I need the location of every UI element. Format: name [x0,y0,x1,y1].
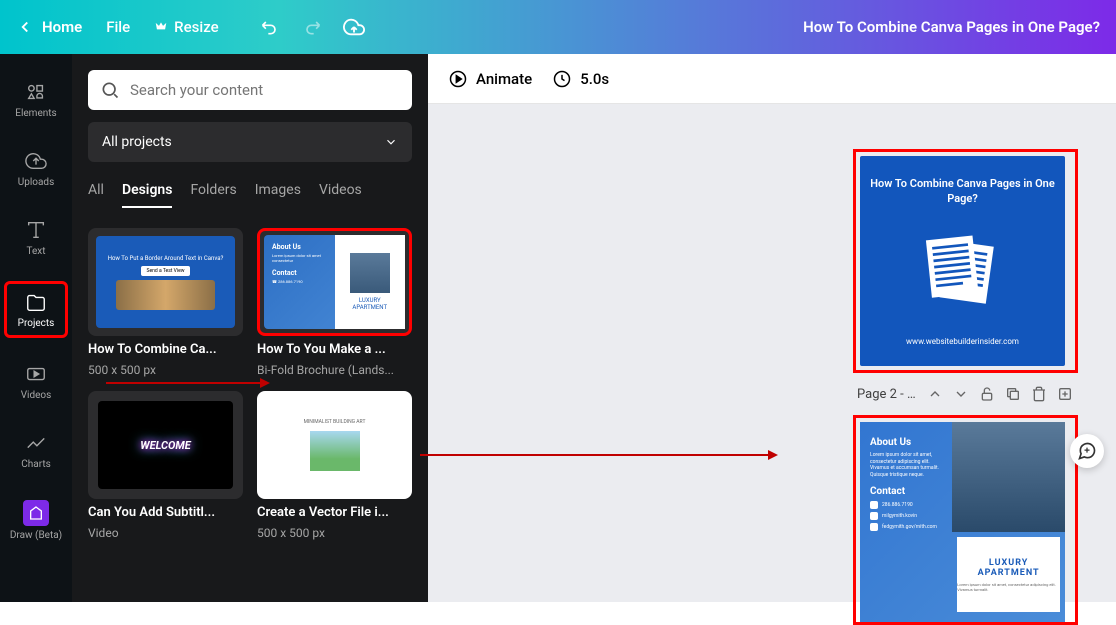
delete-button[interactable] [1030,385,1048,403]
project-card[interactable]: How To Put a Border Around Text in Canva… [88,228,243,377]
annotation-arrowhead-2 [768,450,778,460]
sidebar-label: Uploads [18,177,54,188]
comment-icon [1077,441,1097,461]
duplicate-button[interactable] [1004,385,1022,403]
text-icon [24,218,48,242]
clock-icon [552,69,572,89]
project-card[interactable]: About UsLorem ipsum dolor sit amet conse… [257,228,412,377]
sidebar-item-text[interactable]: Text [4,212,68,263]
page-1-title: How To Combine Canva Pages in One Page? [860,176,1065,207]
sidebar-item-uploads[interactable]: Uploads [4,143,68,194]
projects-panel: All projects All Designs Folders Images … [72,54,428,602]
search-icon [100,80,120,100]
sidebar-label: Videos [21,390,52,401]
search-input[interactable] [130,81,400,99]
tab-folders[interactable]: Folders [190,182,236,208]
project-subtitle: 500 x 500 px [88,363,243,377]
cloud-sync-icon[interactable] [343,16,365,38]
sidebar-item-elements[interactable]: Elements [4,74,68,125]
elements-icon [24,80,48,104]
project-subtitle: Bi-Fold Brochure (Lands... [257,363,412,377]
topbar: Home File Resize How To Combine Canva Pa… [0,0,1116,54]
project-title: Create a Vector File i... [257,505,412,520]
resize-menu[interactable]: Resize [154,18,218,36]
crown-icon [154,20,168,34]
sidebar-label: Text [26,246,45,257]
animate-icon [448,69,468,89]
projects-icon [24,290,48,314]
document-icon [918,227,1008,317]
annotation-arrow-2 [420,454,770,456]
home-label: Home [42,18,82,36]
projects-grid: How To Put a Border Around Text in Canva… [88,228,412,540]
sidebar-item-charts[interactable]: Charts [4,425,68,476]
page-down-button[interactable] [952,385,970,403]
dropdown-label: All projects [102,134,172,150]
project-title: How To Combine Ca... [88,342,243,357]
charts-icon [24,431,48,455]
page-2-wrapper: About Us Lorem ipsum dolor sit amet, con… [853,415,1078,625]
projects-dropdown[interactable]: All projects [88,122,412,162]
page-1-url: www.websitebuilderinsider.com [906,337,1019,346]
project-subtitle: 500 x 500 px [257,526,412,540]
animate-button[interactable]: Animate [448,69,532,89]
canvas-toolbar: Animate 5.0s [428,54,1116,104]
tab-videos[interactable]: Videos [319,182,362,208]
chevron-down-icon [384,135,398,149]
sidebar-item-projects[interactable]: Projects [4,281,68,338]
search-box[interactable] [88,70,412,110]
home-button[interactable]: Home [16,18,82,36]
add-page-button[interactable] [1056,385,1074,403]
sidebar-label: Charts [21,459,51,470]
tab-designs[interactable]: Designs [122,182,172,208]
document-title[interactable]: How To Combine Canva Pages in One Page? [803,18,1100,36]
draw-icon [23,500,49,526]
sidebar-item-videos[interactable]: Videos [4,356,68,407]
back-arrow-icon [16,18,34,36]
page-1-wrapper: How To Combine Canva Pages in One Page? … [853,149,1078,373]
page-controls: Page 2 - A.. [853,385,1078,403]
page-label[interactable]: Page 2 - A.. [857,387,918,402]
project-title: How To You Make a ... [257,342,412,357]
page-up-button[interactable] [926,385,944,403]
page-1[interactable]: How To Combine Canva Pages in One Page? … [860,156,1065,366]
sidebar-label: Elements [15,108,56,119]
uploads-icon [24,149,48,173]
file-menu[interactable]: File [106,18,130,36]
annotation-arrowhead-1 [260,378,270,388]
sidebar-label: Draw (Beta) [10,530,62,541]
lock-button[interactable] [978,385,996,403]
project-subtitle: Video [88,526,243,540]
tab-all[interactable]: All [88,182,104,208]
sidebar-item-draw[interactable]: Draw (Beta) [4,494,68,547]
project-card[interactable]: MINIMALIST BUILDING ART Create a Vector … [257,391,412,540]
sidebar-label: Projects [18,318,55,329]
redo-button[interactable] [301,16,323,38]
panel-tabs: All Designs Folders Images Videos [88,182,412,208]
sidebar: Elements Uploads Text Projects Videos Ch… [0,54,72,602]
undo-button[interactable] [259,16,281,38]
canvas-area: Animate 5.0s How To Combine Canva Pages … [428,54,1116,602]
annotation-arrow-1 [106,382,266,384]
duration-button[interactable]: 5.0s [552,69,609,89]
project-title: Can You Add Subtitl... [88,505,243,520]
tab-images[interactable]: Images [255,182,301,208]
project-card[interactable]: WELCOME Can You Add Subtitl... Video [88,391,243,540]
videos-icon [24,362,48,386]
page-2[interactable]: About Us Lorem ipsum dolor sit amet, con… [860,422,1065,622]
comment-button[interactable] [1070,434,1104,468]
